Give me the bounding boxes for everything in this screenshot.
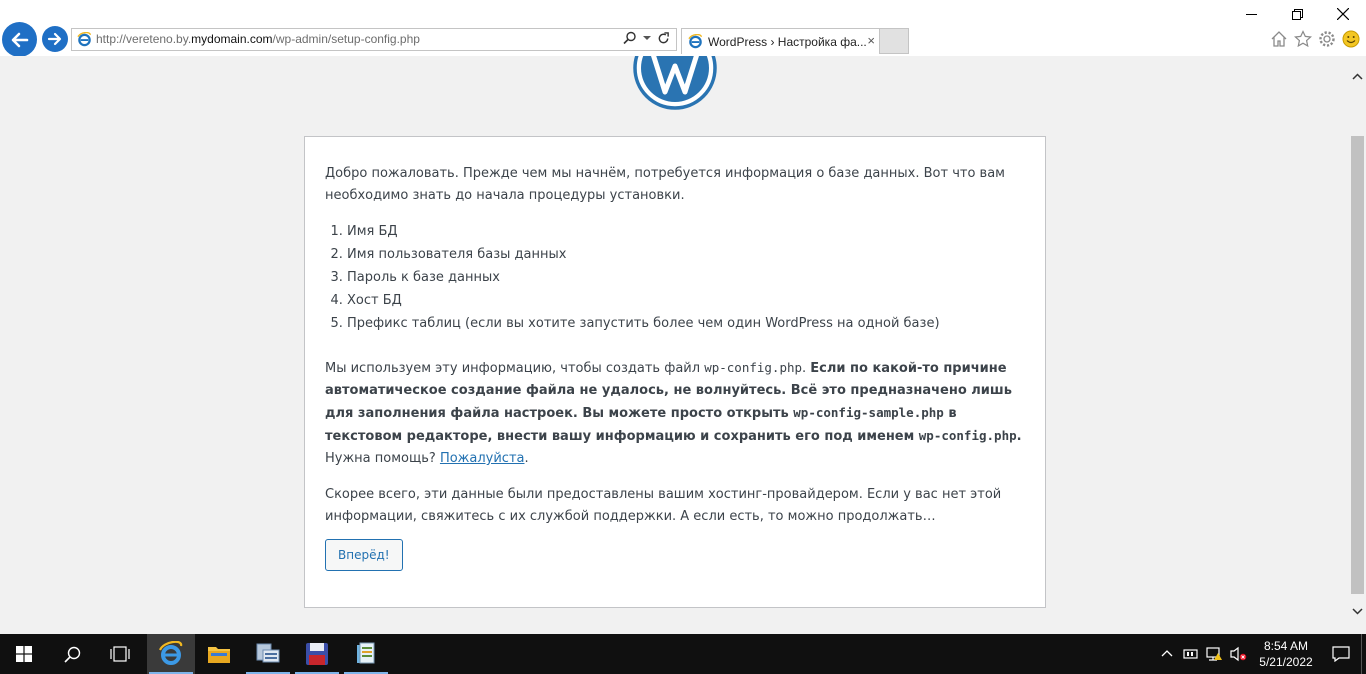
- taskbar-notepad-app[interactable]: [342, 634, 390, 674]
- speaker-muted-icon[interactable]: [1227, 645, 1251, 663]
- system-tray: 8:54 AM 5/21/2022: [1155, 634, 1366, 674]
- arrow-left-icon: [11, 32, 28, 47]
- scroll-up-button[interactable]: [1349, 68, 1366, 85]
- list-item: Хост БД: [347, 289, 1025, 312]
- minimize-icon: [1245, 13, 1257, 15]
- show-desktop-button[interactable]: [1361, 634, 1366, 674]
- start-button[interactable]: [0, 634, 48, 674]
- ie-page-icon: [77, 32, 91, 47]
- minimize-button[interactable]: [1228, 0, 1274, 28]
- filename: wp-config-sample.php: [793, 405, 944, 420]
- tab-close-button[interactable]: ×: [867, 33, 875, 48]
- taskbar-file-explorer[interactable]: [195, 634, 243, 674]
- tab-wordpress-setup[interactable]: WordPress › Настройка фа... ×: [681, 28, 880, 54]
- search-icon[interactable]: [623, 31, 637, 45]
- chevron-down-icon[interactable]: [643, 35, 651, 41]
- taskbar: 8:54 AM 5/21/2022: [0, 634, 1366, 674]
- taskbar-clock[interactable]: 8:54 AM 5/21/2022: [1251, 638, 1321, 670]
- chevron-up-icon[interactable]: [1155, 646, 1179, 662]
- info-paragraph: Мы используем эту информацию, чтобы созд…: [325, 360, 1022, 466]
- smiley-feedback-icon[interactable]: [1342, 30, 1360, 48]
- tab-title: WordPress › Настройка фа...: [708, 35, 867, 49]
- filename: wp-config.php: [704, 360, 803, 375]
- requirements-list: Имя БД Имя пользователя базы данных Паро…: [325, 220, 1025, 335]
- close-button[interactable]: [1320, 0, 1366, 28]
- windows-logo-icon: [16, 646, 32, 662]
- forward-button[interactable]: [42, 26, 68, 52]
- chevron-up-icon: [1352, 73, 1363, 80]
- chevron-down-icon: [1352, 608, 1363, 615]
- folder-icon: [208, 647, 230, 663]
- internet-explorer-icon: [158, 641, 183, 665]
- intro-text: Добро пожаловать. Прежде чем мы начнём, …: [325, 166, 1005, 203]
- restore-button[interactable]: [1274, 0, 1320, 28]
- floppy-disk-icon: [306, 643, 328, 665]
- search-icon: [63, 646, 80, 663]
- scroll-thumb[interactable]: [1351, 136, 1364, 594]
- list-item: Имя пользователя базы данных: [347, 243, 1025, 266]
- task-view-button[interactable]: [96, 634, 144, 674]
- setup-config-card: Добро пожаловать. Прежде чем мы начнём, …: [304, 136, 1046, 608]
- address-bar[interactable]: http://vereteno.by.mydomain.com/wp-admin…: [71, 28, 677, 51]
- notification-icon: [1332, 646, 1350, 662]
- network-warning-icon[interactable]: [1203, 645, 1227, 663]
- scroll-down-button[interactable]: [1349, 603, 1366, 620]
- taskbar-search-button[interactable]: [48, 634, 96, 674]
- help-link[interactable]: Пожалуйста: [440, 451, 525, 466]
- taskbar-save-app[interactable]: [293, 634, 341, 674]
- new-tab-button[interactable]: [880, 28, 909, 54]
- gear-icon[interactable]: [1318, 30, 1336, 48]
- task-view-icon: [110, 646, 130, 662]
- continue-button[interactable]: Вперёд!: [325, 539, 403, 571]
- outro-text: Скорее всего, эти данные были предоставл…: [325, 487, 1002, 524]
- browser-chrome: http://vereteno.by.mydomain.com/wp-admin…: [0, 0, 1366, 57]
- list-item: Имя БД: [347, 220, 1025, 243]
- home-icon[interactable]: [1270, 30, 1288, 48]
- favorites-star-icon[interactable]: [1294, 30, 1312, 48]
- restore-icon: [1291, 8, 1303, 20]
- network-adapter-icon[interactable]: [1179, 646, 1203, 662]
- list-item: Префикс таблиц (если вы хотите запустить…: [347, 312, 1025, 335]
- document-app-icon: [357, 642, 375, 664]
- taskbar-server-manager[interactable]: [244, 634, 292, 674]
- server-manager-icon: [256, 643, 280, 663]
- page-viewport: Добро пожаловать. Прежде чем мы начнём, …: [0, 56, 1349, 634]
- ie-page-icon: [688, 34, 702, 49]
- filename: wp-config.php: [918, 428, 1017, 443]
- back-button[interactable]: [2, 22, 37, 57]
- wordpress-logo-icon: [633, 56, 717, 110]
- url-text: http://vereteno.by.mydomain.com/wp-admin…: [96, 32, 420, 46]
- arrow-right-icon: [47, 32, 62, 46]
- refresh-icon[interactable]: [657, 31, 670, 45]
- clock-time: 8:54 AM: [1263, 639, 1309, 653]
- list-item: Пароль к базе данных: [347, 266, 1025, 289]
- action-center-button[interactable]: [1321, 634, 1361, 674]
- vertical-scrollbar[interactable]: [1349, 56, 1366, 634]
- close-icon: [1337, 8, 1349, 20]
- clock-date: 5/21/2022: [1259, 655, 1313, 669]
- taskbar-internet-explorer[interactable]: [147, 634, 195, 674]
